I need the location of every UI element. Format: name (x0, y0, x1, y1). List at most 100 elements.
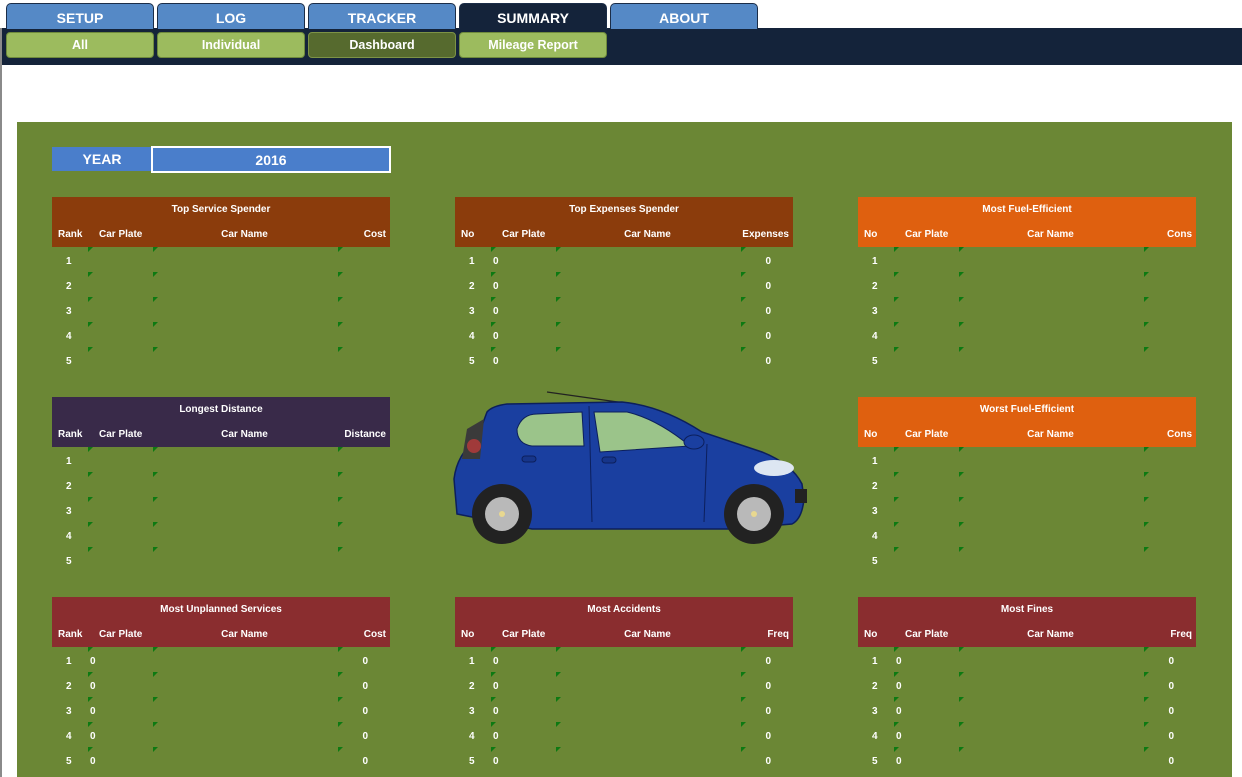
rank-cell[interactable]: 4 (872, 731, 878, 742)
car-plate-cell[interactable]: 0 (896, 656, 902, 667)
car-plate-cell[interactable]: 0 (493, 731, 499, 742)
rank-cell[interactable]: 2 (872, 481, 878, 492)
tab-setup[interactable]: SETUP (6, 3, 154, 29)
rank-cell[interactable]: 4 (66, 731, 72, 742)
value-cell[interactable]: 0 (362, 706, 368, 717)
car-plate-cell[interactable]: 0 (896, 706, 902, 717)
car-plate-cell[interactable]: 0 (896, 756, 902, 767)
value-cell[interactable]: 0 (765, 756, 771, 767)
value-cell[interactable]: 0 (362, 756, 368, 767)
car-plate-cell[interactable]: 0 (493, 656, 499, 667)
car-plate-cell[interactable]: 0 (493, 306, 499, 317)
cell-comment-indicator-icon (556, 272, 561, 277)
value-cell[interactable]: 0 (765, 306, 771, 317)
rank-cell[interactable]: 2 (872, 681, 878, 692)
car-plate-cell[interactable]: 0 (493, 256, 499, 267)
rank-cell[interactable]: 3 (872, 306, 878, 317)
cell-comment-indicator-icon (556, 697, 561, 702)
rank-cell[interactable]: 5 (66, 556, 72, 567)
rank-cell[interactable]: 3 (66, 506, 72, 517)
value-cell[interactable]: 0 (765, 356, 771, 367)
rank-cell[interactable]: 1 (66, 656, 72, 667)
rank-cell[interactable]: 1 (872, 656, 878, 667)
car-plate-cell[interactable]: 0 (493, 356, 499, 367)
tab-summary[interactable]: SUMMARY (459, 3, 607, 29)
value-cell[interactable]: 0 (362, 731, 368, 742)
rank-cell[interactable]: 3 (469, 306, 475, 317)
car-plate-cell[interactable]: 0 (896, 681, 902, 692)
rank-cell[interactable]: 1 (872, 456, 878, 467)
cell-comment-indicator-icon (491, 747, 496, 752)
value-cell[interactable]: 0 (765, 281, 771, 292)
tab-tracker[interactable]: TRACKER (308, 3, 456, 29)
tab-about[interactable]: ABOUT (610, 3, 758, 29)
rank-cell[interactable]: 2 (872, 281, 878, 292)
value-cell[interactable]: 0 (765, 731, 771, 742)
subtab-dashboard[interactable]: Dashboard (308, 32, 456, 58)
car-plate-cell[interactable]: 0 (90, 681, 96, 692)
cell-comment-indicator-icon (894, 647, 899, 652)
subtab-mileage-report[interactable]: Mileage Report (459, 32, 607, 58)
rank-cell[interactable]: 2 (66, 681, 72, 692)
value-cell[interactable]: 0 (1168, 731, 1174, 742)
value-cell[interactable]: 0 (765, 706, 771, 717)
rank-cell[interactable]: 4 (872, 531, 878, 542)
rank-cell[interactable]: 2 (66, 281, 72, 292)
car-plate-cell[interactable]: 0 (493, 331, 499, 342)
rank-cell[interactable]: 3 (66, 706, 72, 717)
car-plate-cell[interactable]: 0 (493, 281, 499, 292)
rank-cell[interactable]: 4 (66, 331, 72, 342)
car-plate-cell[interactable]: 0 (90, 756, 96, 767)
car-plate-cell[interactable]: 0 (493, 706, 499, 717)
rank-cell[interactable]: 2 (469, 281, 475, 292)
rank-cell[interactable]: 1 (469, 656, 475, 667)
rank-cell[interactable]: 1 (66, 456, 72, 467)
car-plate-cell[interactable]: 0 (493, 681, 499, 692)
rank-cell[interactable]: 1 (469, 256, 475, 267)
rank-cell[interactable]: 2 (469, 681, 475, 692)
rank-cell[interactable]: 5 (872, 756, 878, 767)
rank-cell[interactable]: 3 (872, 706, 878, 717)
tab-log[interactable]: LOG (157, 3, 305, 29)
value-cell[interactable]: 0 (362, 681, 368, 692)
rank-cell[interactable]: 5 (66, 356, 72, 367)
rank-cell[interactable]: 3 (469, 706, 475, 717)
value-cell[interactable]: 0 (765, 331, 771, 342)
car-plate-cell[interactable]: 0 (493, 756, 499, 767)
cell-comment-indicator-icon (959, 297, 964, 302)
rank-cell[interactable]: 1 (66, 256, 72, 267)
value-cell[interactable]: 0 (362, 656, 368, 667)
rank-cell[interactable]: 5 (66, 756, 72, 767)
rank-cell[interactable]: 5 (872, 556, 878, 567)
rank-cell[interactable]: 1 (872, 256, 878, 267)
value-cell[interactable]: 0 (1168, 681, 1174, 692)
cell-comment-indicator-icon (1144, 672, 1149, 677)
value-cell[interactable]: 0 (765, 656, 771, 667)
rank-cell[interactable]: 4 (872, 331, 878, 342)
cell-comment-indicator-icon (153, 722, 158, 727)
table-row: 1 0 0 (858, 647, 1196, 672)
cell-comment-indicator-icon (959, 272, 964, 277)
subtab-all[interactable]: All (6, 32, 154, 58)
rank-cell[interactable]: 4 (469, 331, 475, 342)
rank-cell[interactable]: 5 (469, 356, 475, 367)
rank-cell[interactable]: 5 (469, 756, 475, 767)
car-plate-cell[interactable]: 0 (896, 731, 902, 742)
year-selector[interactable]: 2016 (151, 146, 391, 173)
value-cell[interactable]: 0 (1168, 656, 1174, 667)
car-plate-cell[interactable]: 0 (90, 656, 96, 667)
car-plate-cell[interactable]: 0 (90, 706, 96, 717)
value-cell[interactable]: 0 (1168, 706, 1174, 717)
column-header: Rank (58, 629, 83, 640)
rank-cell[interactable]: 3 (66, 306, 72, 317)
subtab-individual[interactable]: Individual (157, 32, 305, 58)
rank-cell[interactable]: 5 (872, 356, 878, 367)
value-cell[interactable]: 0 (1168, 756, 1174, 767)
rank-cell[interactable]: 4 (469, 731, 475, 742)
rank-cell[interactable]: 3 (872, 506, 878, 517)
rank-cell[interactable]: 4 (66, 531, 72, 542)
value-cell[interactable]: 0 (765, 681, 771, 692)
value-cell[interactable]: 0 (765, 256, 771, 267)
rank-cell[interactable]: 2 (66, 481, 72, 492)
car-plate-cell[interactable]: 0 (90, 731, 96, 742)
